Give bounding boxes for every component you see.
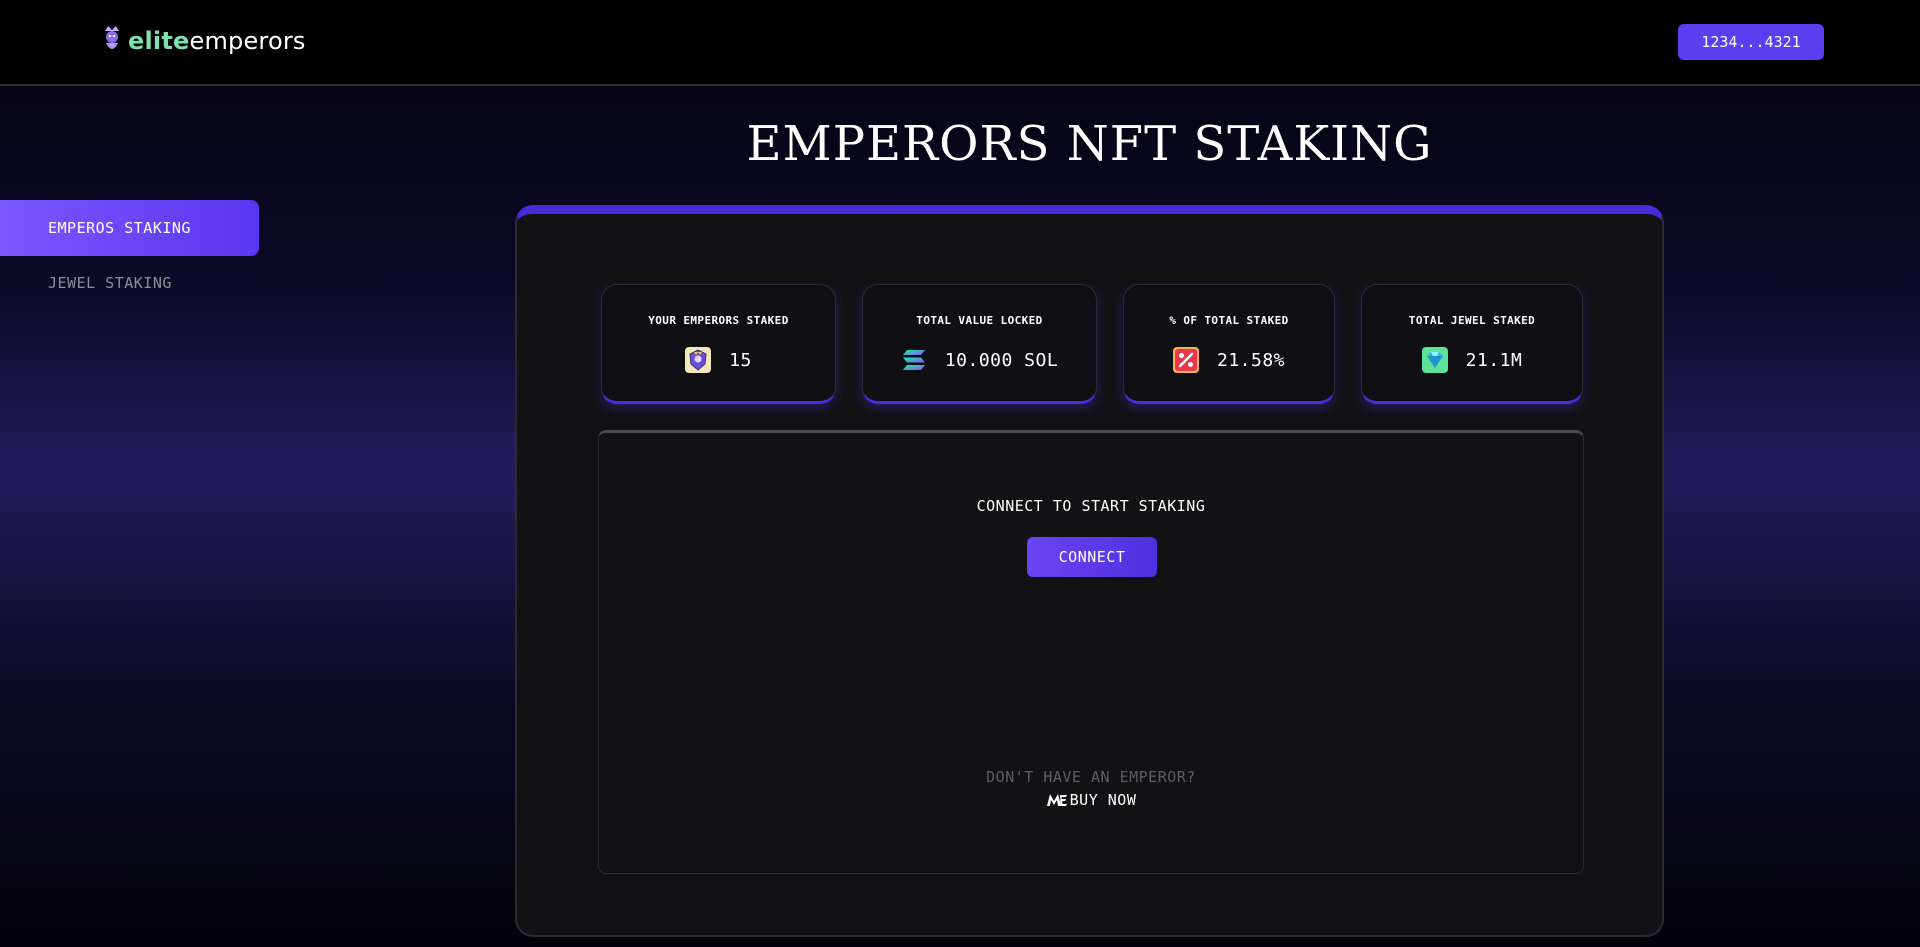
sidebar-item-label: EMPEROS STAKING [48,219,191,237]
stats-row: YOUR EMPERORS STAKED 15 TOTAL VALUE LOCK… [601,284,1583,406]
brand-name: eliteemperors [128,27,306,55]
stat-value: 15 [729,349,752,371]
no-emperor-text: DON'T HAVE AN EMPEROR? [986,768,1196,786]
stat-label: % OF TOTAL STAKED [1169,314,1289,327]
emperor-crest-icon [685,347,712,373]
buy-now-label: BUY NOW [1069,791,1137,809]
sidebar-item-label: JEWEL STAKING [48,274,172,292]
stat-card-jewel-staked: TOTAL JEWEL STAKED 21.1M [1361,284,1583,404]
jewel-icon [1421,347,1448,373]
connect-heading: CONNECT TO START STAKING [976,497,1206,515]
connect-button[interactable]: CONNECT [1027,537,1157,577]
stat-value: 21.58% [1216,349,1286,371]
stat-card-emperors-staked: YOUR EMPERORS STAKED 15 [601,284,836,404]
sidebar-item-emperors-staking[interactable]: EMPEROS STAKING [0,200,259,256]
percent-icon [1172,347,1199,373]
stat-label: TOTAL VALUE LOCKED [916,314,1043,327]
brand-emperors: emperors [189,27,306,55]
brand-elite: elite [128,27,190,55]
wallet-address-button[interactable]: 1234...4321 [1678,24,1824,60]
stat-card-total-value-locked: TOTAL VALUE LOCKED 10.000 SOL [862,284,1097,404]
brand-logo[interactable]: eliteemperors [102,24,306,58]
magic-eden-icon [1046,794,1067,806]
top-header: eliteemperors 1234...4321 [0,0,1920,86]
staking-panel: YOUR EMPERORS STAKED 15 TOTAL VALUE LOCK… [515,205,1664,937]
stat-value: 21.1M [1465,349,1523,371]
buy-now-link[interactable]: BUY NOW [599,791,1583,809]
stat-label: TOTAL JEWEL STAKED [1408,314,1536,327]
stat-value: 10.000 SOL [944,349,1059,371]
stat-label: YOUR EMPERORS STAKED [648,314,789,327]
emperor-logo-icon [105,26,119,49]
stat-card-percent-staked: % OF TOTAL STAKED 21.58% [1123,284,1335,404]
solana-icon [902,350,925,370]
connect-section: CONNECT TO START STAKING CONNECT DON'T H… [598,430,1584,874]
page-title: EMPERORS NFT STAKING [746,116,1433,172]
sidebar-item-jewel-staking[interactable]: JEWEL STAKING [48,272,172,294]
